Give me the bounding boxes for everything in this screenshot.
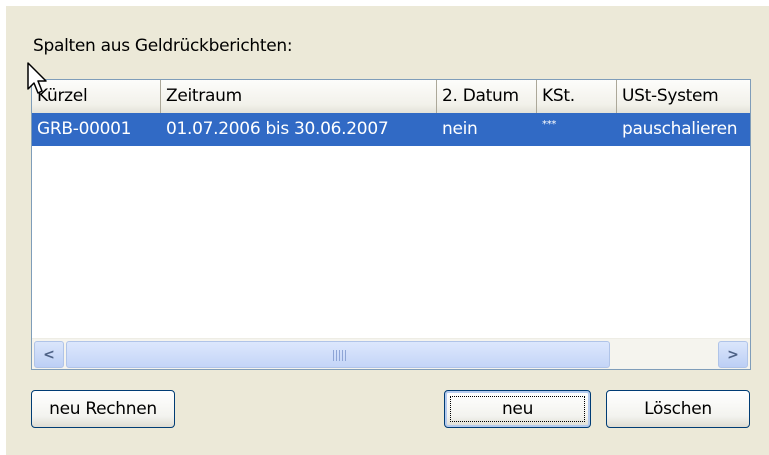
section-label: Spalten aus Geldrückberichten: — [33, 36, 293, 56]
cell-datum: nein — [442, 119, 478, 139]
column-header-datum[interactable]: 2. Datum — [437, 80, 537, 113]
table-row[interactable]: GRB-00001 01.07.2006 bis 30.06.2007 nein… — [32, 113, 750, 146]
new-button[interactable]: neu — [444, 390, 591, 428]
scroll-thumb[interactable] — [66, 341, 610, 368]
column-header-zeitraum[interactable]: Zeitraum — [161, 80, 437, 113]
scroll-left-button[interactable]: < — [34, 341, 64, 368]
delete-button[interactable]: Löschen — [606, 390, 750, 428]
mouse-pointer-icon — [27, 62, 47, 94]
scroll-right-button[interactable]: > — [718, 341, 748, 368]
reports-list[interactable]: Kürzel Zeitraum 2. Datum KSt. USt-System… — [31, 79, 751, 370]
cell-kuerzel: GRB-00001 — [37, 119, 132, 139]
column-header-ust-system[interactable]: USt-System — [617, 80, 750, 113]
column-header-kst[interactable]: KSt. — [537, 80, 617, 113]
chevron-left-icon: < — [43, 346, 55, 363]
chevron-right-icon: > — [727, 346, 739, 363]
horizontal-scrollbar[interactable]: < > — [32, 338, 750, 369]
cell-zeitraum: 01.07.2006 bis 30.06.2007 — [166, 119, 389, 139]
grip-icon — [333, 350, 347, 361]
cell-ust-system: pauschalieren — [622, 119, 738, 139]
cell-kst: *** — [542, 119, 557, 130]
recalculate-button[interactable]: neu Rechnen — [31, 390, 175, 428]
list-header: Kürzel Zeitraum 2. Datum KSt. USt-System — [32, 80, 750, 115]
